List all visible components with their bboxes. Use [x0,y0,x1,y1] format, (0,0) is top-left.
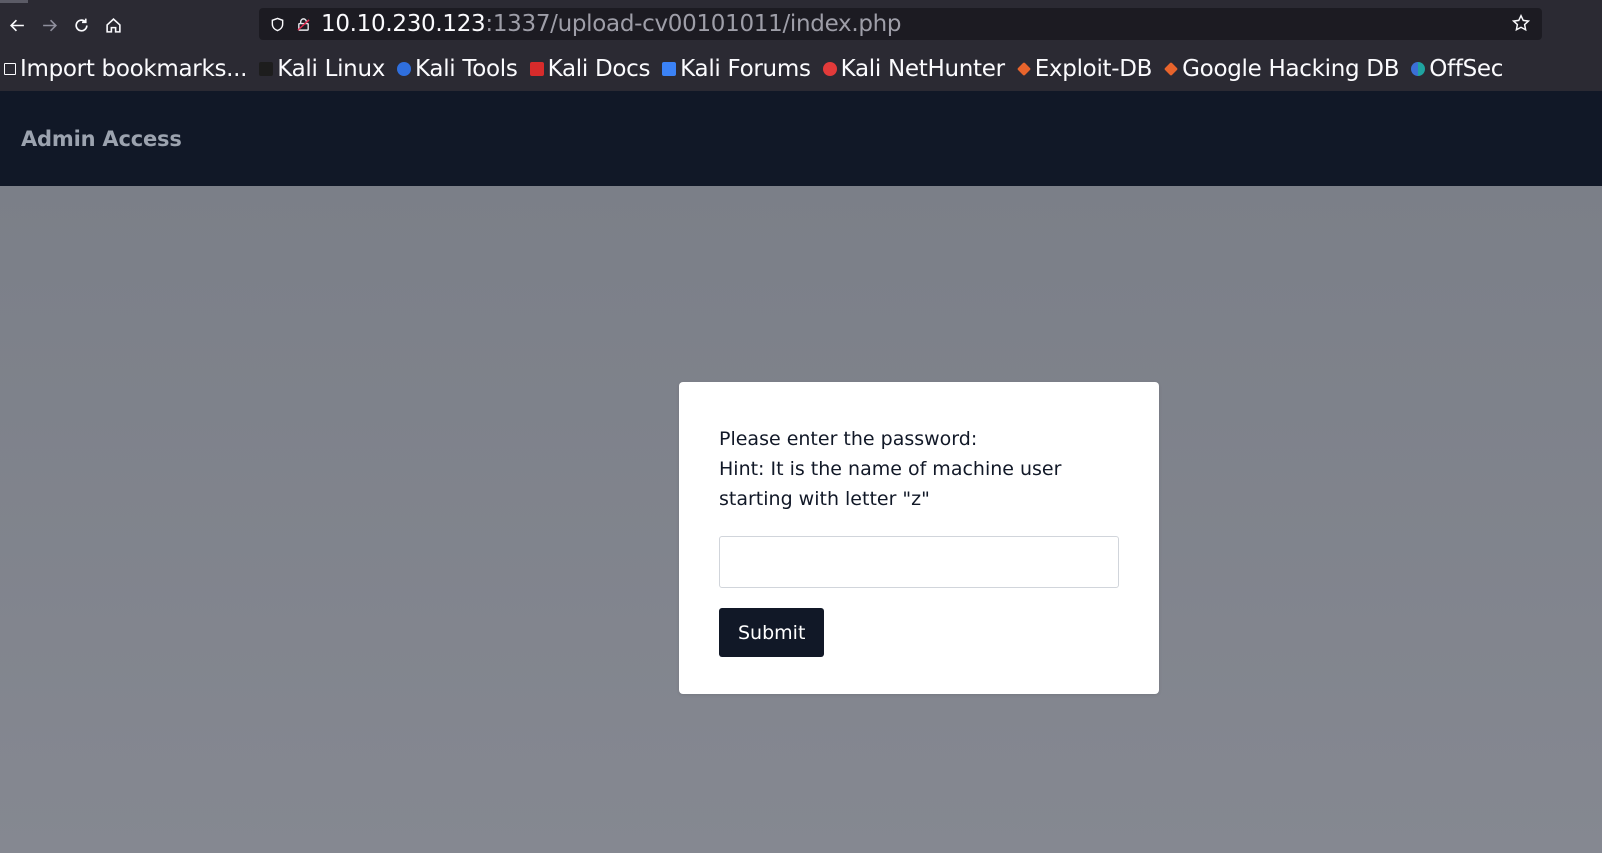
forward-button[interactable] [34,10,64,40]
kali-docs-icon [529,62,544,76]
home-button[interactable] [98,10,128,40]
bookmark-kali-docs[interactable]: Kali Docs [529,56,651,82]
app-title[interactable]: Admin Access [21,127,182,151]
page-viewport: Admin Access Please enter the password: … [0,91,1602,853]
import-icon [4,63,16,75]
bookmark-label: Google Hacking DB [1182,56,1400,82]
hint-text: Hint: It is the name of machine user sta… [719,458,1062,510]
password-prompt: Please enter the password: Hint: It is t… [719,424,1119,514]
page-content: Please enter the password: Hint: It is t… [0,186,1602,853]
bookmark-star-icon[interactable] [1511,13,1532,34]
bookmark-import[interactable]: Import bookmarks... [4,56,248,82]
password-input[interactable] [719,536,1119,588]
bookmarks-toolbar: Import bookmarks... Kali Linux Kali Tool… [0,47,1602,92]
bookmark-label: Exploit-DB [1034,56,1153,82]
kali-forums-icon [662,62,677,76]
kali-tools-icon [397,62,412,76]
bookmark-kali-tools[interactable]: Kali Tools [397,56,518,82]
submit-button[interactable]: Submit [719,608,825,657]
prompt-line-1: Please enter the password: [719,428,978,450]
bookmark-kali-nethunter[interactable]: Kali NetHunter [822,56,1005,82]
bookmark-offsec[interactable]: OffSec [1411,56,1503,82]
bookmark-exploit-db[interactable]: Exploit-DB [1016,56,1153,82]
bookmark-label: Import bookmarks... [20,56,248,82]
app-header: Admin Access [0,91,1602,186]
bookmark-ghdb[interactable]: Google Hacking DB [1164,56,1400,82]
reload-button[interactable] [66,10,96,40]
reload-icon [74,18,88,32]
bookmark-label: Kali Forums [680,56,811,82]
bookmark-label: Kali Tools [415,56,518,82]
bookmark-kali-forums[interactable]: Kali Forums [662,56,811,82]
bookmark-label: OffSec [1429,56,1504,82]
arrow-left-icon [9,19,24,31]
bookmark-label: Kali NetHunter [840,56,1005,82]
arrow-right-icon [42,19,57,31]
bookmark-label: Kali Docs [547,56,651,82]
login-card: Please enter the password: Hint: It is t… [679,382,1159,694]
home-icon [105,17,121,33]
offsec-icon [1411,62,1426,76]
browser-navbar: 10.10.230.123:1337/upload-cv00101011/ind… [0,3,1602,47]
url-host: 10.10.230.123 [321,11,486,37]
tracking-shield-icon[interactable] [267,14,287,34]
back-button[interactable] [2,10,32,40]
bookmark-label: Kali Linux [277,56,386,82]
url-text[interactable]: 10.10.230.123:1337/upload-cv00101011/ind… [321,11,902,37]
kali-nethunter-icon [822,62,837,76]
insecure-lock-icon[interactable] [293,14,313,34]
bookmark-kali-linux[interactable]: Kali Linux [259,56,385,82]
url-bar[interactable]: 10.10.230.123:1337/upload-cv00101011/ind… [259,8,1542,40]
ghdb-icon [1164,62,1179,76]
kali-linux-icon [259,62,274,76]
url-path: :1337/upload-cv00101011/index.php [485,11,902,37]
exploit-db-icon [1016,62,1031,76]
